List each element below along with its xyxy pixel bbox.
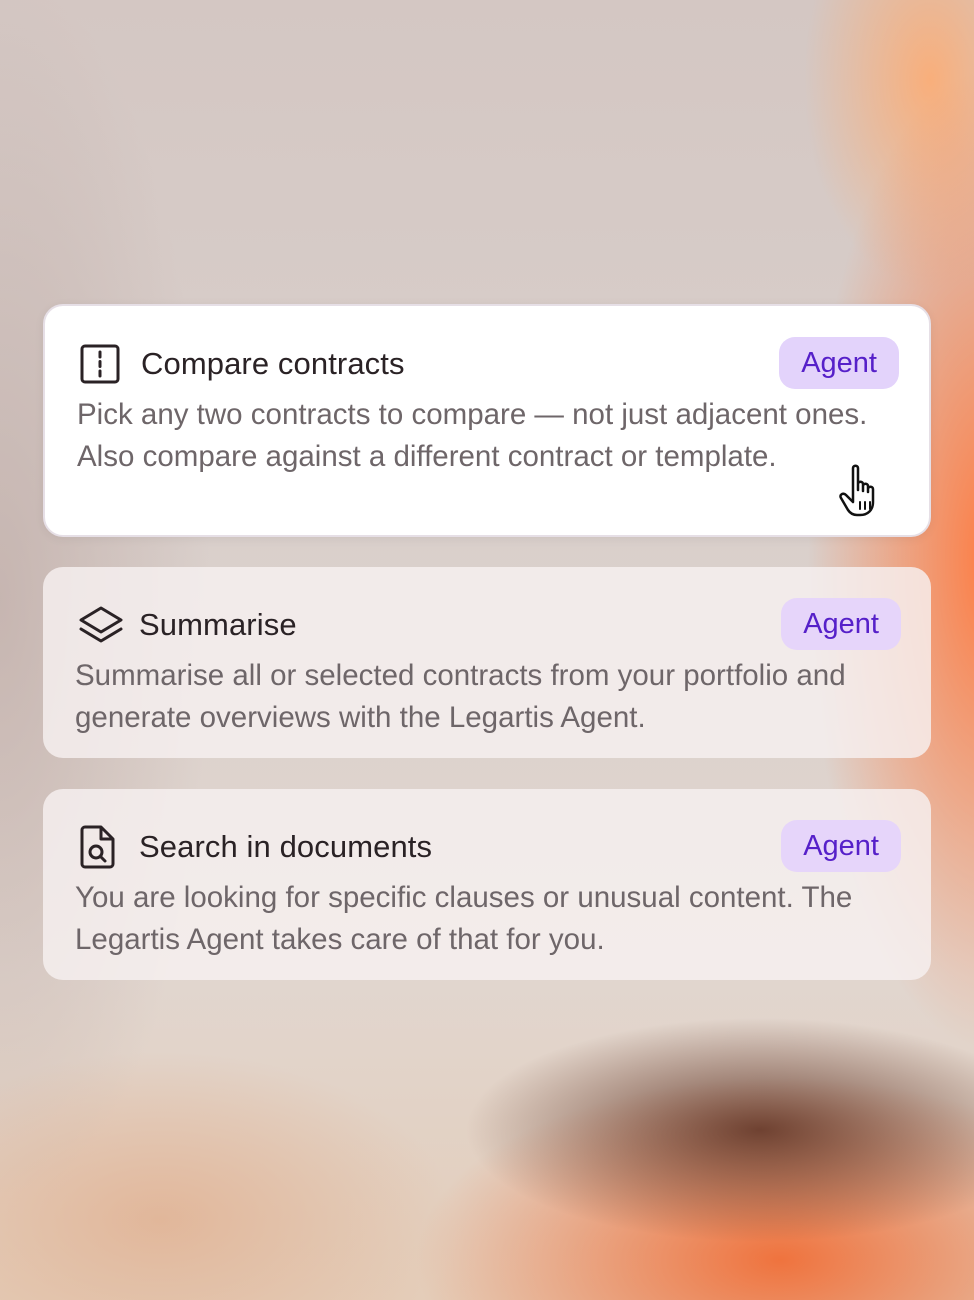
feature-card-compare-contracts[interactable]: Compare contracts Agent Pick any two con… [43,304,931,537]
card-description: Pick any two contracts to compare — not … [77,398,868,473]
hand-pointer-icon [836,462,894,520]
layers-icon [77,601,125,649]
agent-badge: Agent [781,820,901,872]
feature-card-search-in-documents[interactable]: Search in documents Agent You are lookin… [43,789,931,980]
feature-card-summarise[interactable]: Summarise Agent Summarise all or selecte… [43,567,931,758]
card-header: Search in documents Agent [75,819,901,875]
card-header: Summarise Agent [75,597,901,653]
card-header: Compare contracts Agent [77,336,899,392]
card-description: Summarise all or selected contracts from… [75,659,846,734]
agent-badge: Agent [779,337,899,389]
agent-badge: Agent [781,598,901,650]
compare-icon [79,340,127,388]
card-title: Compare contracts [141,346,405,381]
card-description: You are looking for specific clauses or … [75,881,853,956]
document-search-icon [77,823,125,871]
card-title: Search in documents [139,829,433,864]
card-title: Summarise [139,607,297,642]
